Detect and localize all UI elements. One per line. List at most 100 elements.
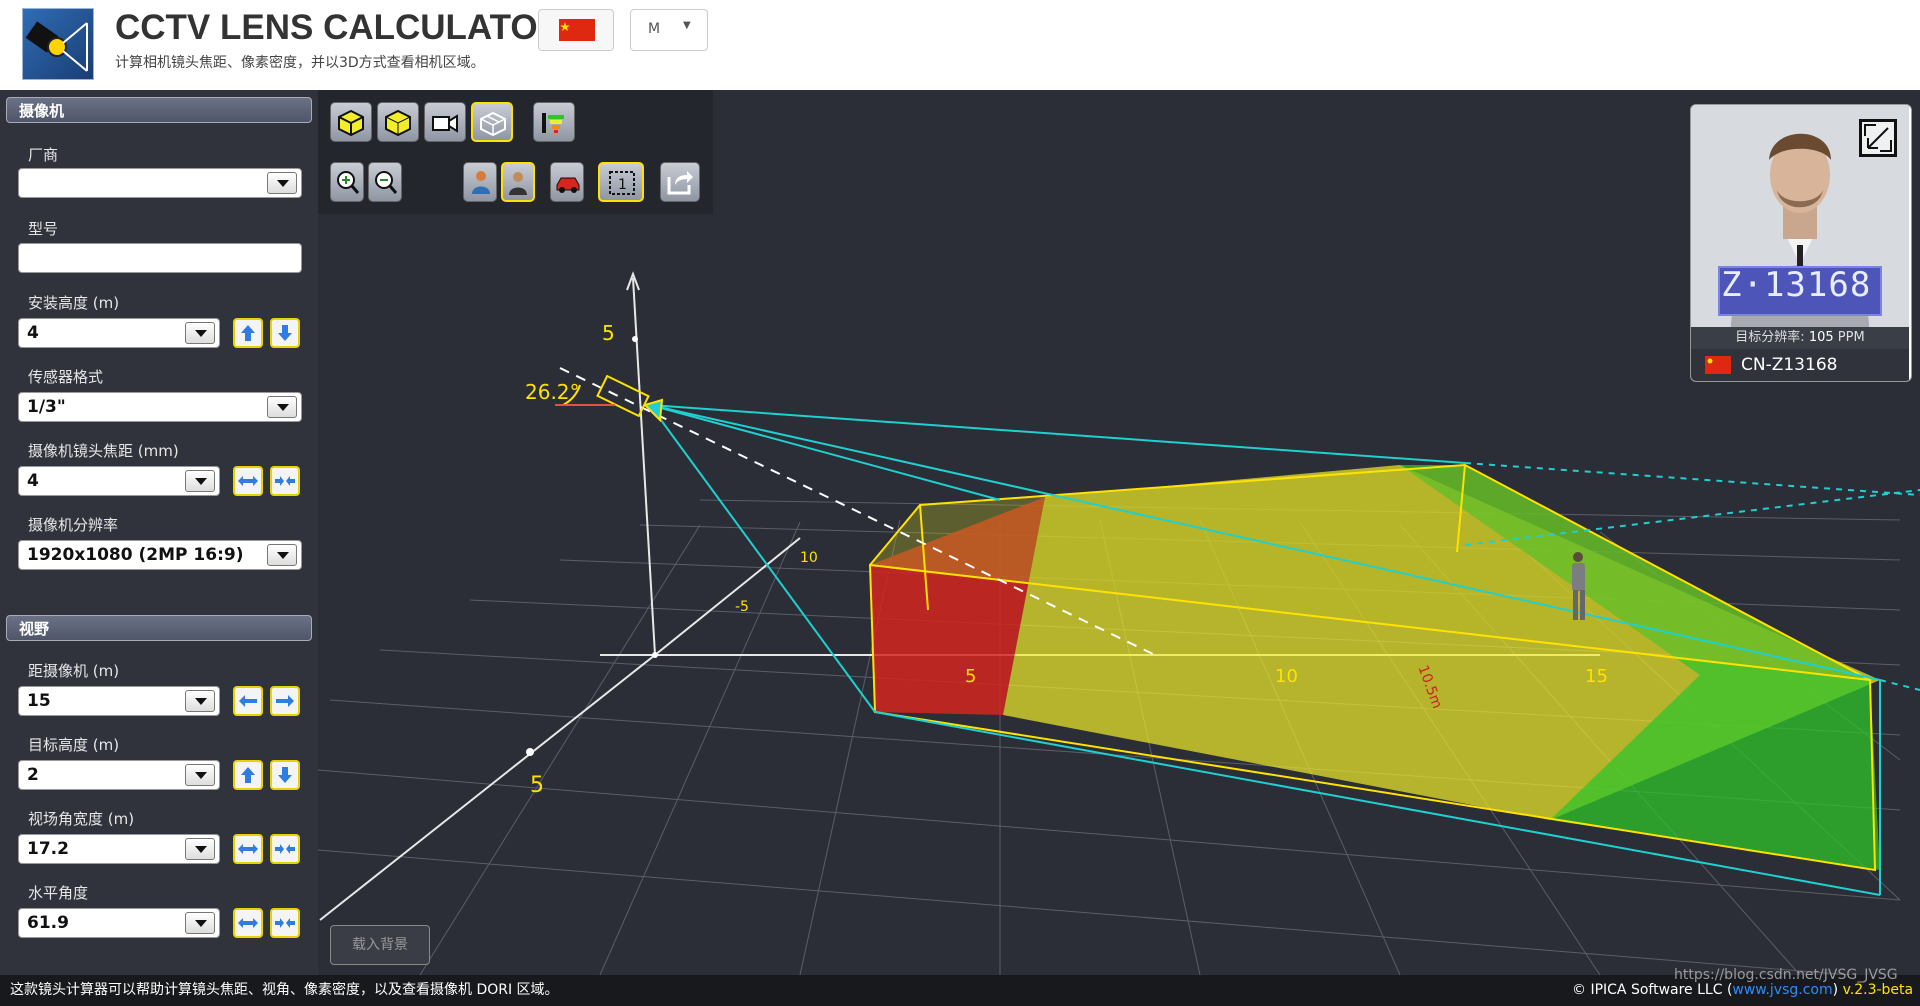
fov-narrow-button[interactable] — [270, 834, 300, 864]
distance-value: 15 — [27, 691, 51, 711]
zoom-out-icon — [375, 171, 398, 194]
target-up-button[interactable] — [233, 760, 263, 790]
app-title: CCTV LENS CALCULATOR — [115, 8, 563, 47]
resolution-label: 摄像机分辨率 — [28, 516, 119, 534]
scene-viewport[interactable]: 26.2° 5 10 -5 5 10 15 5 10.5m — [318, 90, 1920, 975]
ppm-value: 105 — [1808, 330, 1834, 345]
wireframe-view-button[interactable] — [471, 102, 513, 142]
model-input[interactable] — [18, 243, 302, 273]
model-label: 型号 — [28, 220, 59, 238]
target-down-button[interactable] — [270, 760, 300, 790]
language-flag-button[interactable] — [538, 9, 614, 51]
ppm-unit: PPM — [1837, 330, 1865, 345]
install-height-select[interactable]: 4 — [18, 318, 220, 348]
sensor-format-select[interactable]: 1/3" — [18, 392, 302, 422]
axis-tick-dot — [526, 748, 534, 756]
distance-select[interactable]: 15 — [18, 686, 220, 716]
angle-widen-button[interactable] — [233, 908, 263, 938]
sidebar: 摄像机 厂商 型号 安装高度 (m) 4 传感器格式 1/3" 摄像机镜头焦距 … — [0, 90, 318, 975]
chevron-down-icon[interactable] — [267, 396, 297, 418]
distance-decrease-button[interactable] — [233, 686, 263, 716]
angle-narrow-button[interactable] — [270, 908, 300, 938]
camera-section-header[interactable]: 摄像机 — [6, 97, 312, 123]
person-icon — [472, 171, 490, 194]
focal-widen-button[interactable] — [233, 466, 263, 496]
depth-axis-label-5: 5 — [530, 773, 544, 798]
box-view-button[interactable] — [377, 102, 419, 142]
chevron-down-icon[interactable] — [185, 322, 215, 344]
china-flag-icon — [1705, 356, 1731, 374]
share-button[interactable] — [660, 162, 700, 202]
x-axis-label-15: 15 — [1585, 666, 1608, 687]
ppm-readout: 目标分辨率: 105 PPM — [1691, 327, 1909, 349]
arrows-in-icon — [275, 476, 295, 486]
car-target-button[interactable] — [550, 162, 584, 202]
scene-canvas[interactable]: 26.2° 5 10 -5 5 10 15 5 10.5m — [318, 90, 1920, 975]
distance-increase-button[interactable] — [270, 686, 300, 716]
unit-dropdown[interactable]: M ▼ — [630, 9, 708, 51]
arrow-down-icon — [278, 767, 292, 783]
target-height-select[interactable]: 2 — [18, 760, 220, 790]
footer-description: 这款镜头计算器可以帮助计算镜头焦距、视角、像素密度，以及查看摄像机 DORI 区… — [10, 982, 559, 998]
zoom-in-icon — [337, 171, 360, 194]
zoom-in-button[interactable] — [330, 162, 364, 202]
dori-toggle-button[interactable] — [533, 102, 575, 142]
target-photo: Z·13168 — [1691, 105, 1909, 327]
watermark-text: https://blog.csdn.net/JVSG_JVSG — [1674, 967, 1898, 983]
face-target-button[interactable] — [501, 162, 535, 202]
chevron-down-icon[interactable] — [185, 690, 215, 712]
grid-one-icon: 1 — [609, 171, 635, 195]
arrows-out-icon — [238, 844, 258, 854]
unit-value: M — [648, 21, 661, 37]
svg-text:1: 1 — [618, 177, 627, 193]
china-flag-icon — [559, 19, 595, 41]
person-face-icon — [509, 172, 527, 195]
car-icon — [556, 177, 580, 193]
fov-width-select[interactable]: 17.2 — [18, 834, 220, 864]
origin-dot — [652, 652, 658, 658]
tilt-angle-label: 26.2° — [525, 380, 580, 404]
focal-length-select[interactable]: 4 — [18, 466, 220, 496]
chevron-down-icon[interactable] — [185, 470, 215, 492]
chevron-down-icon[interactable] — [185, 912, 215, 934]
arrow-up-icon — [241, 325, 255, 341]
height-down-button[interactable] — [270, 318, 300, 348]
y-axis-label-5: 5 — [602, 321, 615, 345]
h-angle-label: 水平角度 — [28, 884, 89, 902]
chevron-down-icon[interactable] — [185, 764, 215, 786]
app-header: CCTV LENS CALCULATOR 计算相机镜头焦距、像素密度，并以3D方… — [0, 0, 1920, 90]
manufacturer-label: 厂商 — [28, 146, 59, 164]
solid-view-button[interactable] — [330, 102, 372, 142]
arrows-out-icon — [238, 476, 258, 486]
height-up-button[interactable] — [233, 318, 263, 348]
person-target-button[interactable] — [463, 162, 497, 202]
camera-view-button[interactable] — [424, 102, 466, 142]
arrows-in-icon — [275, 844, 295, 854]
chevron-down-icon[interactable] — [267, 172, 297, 194]
ppm-label: 目标分辨率: — [1735, 330, 1805, 345]
grid-one-button[interactable]: 1 — [598, 162, 644, 202]
fov-width-value: 17.2 — [27, 839, 69, 859]
chevron-down-icon[interactable] — [267, 544, 297, 566]
sensor-format-label: 传感器格式 — [28, 368, 104, 386]
expand-button[interactable] — [1859, 119, 1897, 157]
app-subtitle: 计算相机镜头焦距、像素密度，并以3D方式查看相机区域。 — [115, 55, 485, 71]
expand-icon — [1864, 124, 1892, 152]
manufacturer-select[interactable] — [18, 168, 302, 198]
camera-model — [596, 374, 664, 423]
focal-length-value: 4 — [27, 471, 39, 491]
view-section-header[interactable]: 视野 — [6, 615, 312, 641]
resolution-select[interactable]: 1920x1080 (2MP 16:9) — [18, 540, 302, 570]
h-angle-select[interactable]: 61.9 — [18, 908, 220, 938]
z-axis-label-10: 10 — [800, 550, 818, 566]
fov-width-label: 视场角宽度 (m) — [28, 810, 135, 828]
view-toolbar: 1 — [318, 90, 713, 214]
zoom-out-button[interactable] — [368, 162, 402, 202]
plate-overlay-text: Z·13168 — [1721, 265, 1872, 305]
y-tick-dot — [632, 336, 638, 342]
focal-narrow-button[interactable] — [270, 466, 300, 496]
fov-widen-button[interactable] — [233, 834, 263, 864]
sensor-format-value: 1/3" — [27, 397, 66, 417]
chevron-down-icon[interactable] — [185, 838, 215, 860]
load-background-button[interactable]: 载入背景 — [330, 925, 430, 965]
